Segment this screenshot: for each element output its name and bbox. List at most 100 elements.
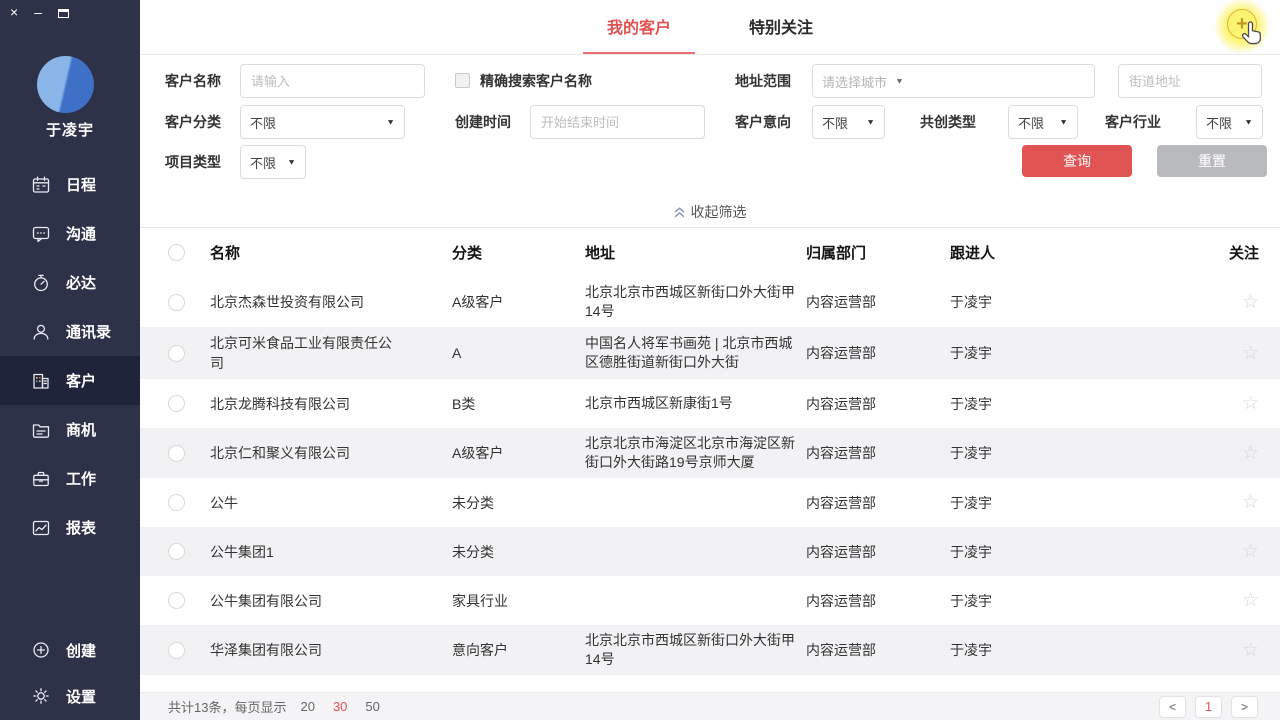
table-row[interactable]: 北京龙腾科技有限公司 B类 北京市西城区新康街1号 内容运营部 于凌宇 ☆ [140, 379, 1280, 428]
row-checkbox[interactable] [168, 592, 185, 609]
sidebar-item-schedule[interactable]: 日程 [0, 160, 140, 209]
customer-name-cell: 公牛 [210, 493, 452, 513]
category-label: 客户分类 [165, 105, 221, 139]
table-row[interactable]: 北京可米食品工业有限责任公司 A 中国名人将军书画苑 | 北京市西城区德胜街道新… [140, 327, 1280, 379]
next-page-button[interactable]: > [1231, 696, 1258, 718]
table-row[interactable]: 公牛 未分类 内容运营部 于凌宇 ☆ [140, 478, 1280, 527]
department-cell: 内容运营部 [806, 640, 950, 660]
column-header-address: 地址 [585, 242, 806, 263]
column-header-department: 归属部门 [806, 242, 950, 263]
row-checkbox[interactable] [168, 543, 185, 560]
favorite-star-icon[interactable]: ☆ [1242, 443, 1259, 464]
table-row[interactable]: 华泽集团有限公司 意向客户 北京北京市西城区新街口外大街甲14号 内容运营部 于… [140, 625, 1280, 675]
main-content: 我的客户 特别关注 + 客户名称 精确搜索客户名称 地址范围 [140, 0, 1280, 720]
exact-search-checkbox[interactable] [455, 73, 470, 88]
sidebar: × – 于凌宇 日程 沟通 必达 [0, 0, 140, 720]
sidebar-item-settings[interactable]: 设置 [0, 673, 140, 719]
search-button[interactable]: 查询 [1022, 145, 1132, 177]
sidebar-item-label: 沟通 [66, 223, 96, 244]
minimize-window-icon[interactable]: – [34, 5, 42, 19]
sidebar-item-reports[interactable]: 报表 [0, 503, 140, 552]
sidebar-item-bida[interactable]: 必达 [0, 258, 140, 307]
collapse-filter-button[interactable]: 收起筛选 [140, 196, 1280, 228]
row-checkbox[interactable] [168, 642, 185, 659]
category-select[interactable]: 不限 ▼ [240, 105, 405, 139]
favorite-star-icon[interactable]: ☆ [1242, 492, 1259, 513]
select-all-checkbox[interactable] [168, 244, 185, 261]
sidebar-item-opportunities[interactable]: 商机 [0, 405, 140, 454]
sidebar-item-label: 必达 [66, 272, 96, 293]
city-select-value: 请选择城市 [822, 72, 887, 91]
row-checkbox[interactable] [168, 494, 185, 511]
favorite-star-icon[interactable]: ☆ [1242, 541, 1259, 562]
chevron-down-icon: ▼ [1059, 118, 1068, 127]
row-checkbox[interactable] [168, 445, 185, 462]
department-cell: 内容运营部 [806, 443, 950, 463]
report-icon [31, 518, 51, 538]
street-address-input[interactable] [1118, 64, 1262, 98]
favorite-star-icon[interactable]: ☆ [1242, 393, 1259, 414]
project-type-select[interactable]: 不限▼ [240, 145, 306, 179]
category-cell: 意向客户 [452, 640, 585, 660]
reset-button[interactable]: 重置 [1157, 145, 1267, 177]
avatar[interactable] [37, 56, 94, 113]
table-row[interactable]: 北京仁和聚义有限公司 A级客户 北京北京市海淀区北京市海淀区新街口外大街路19号… [140, 428, 1280, 478]
sidebar-item-work[interactable]: 工作 [0, 454, 140, 503]
favorite-star-icon[interactable]: ☆ [1242, 590, 1259, 611]
follower-cell: 于凌宇 [950, 640, 1220, 660]
sidebar-item-label: 设置 [66, 686, 96, 707]
add-customer-button[interactable]: + [1216, 0, 1268, 52]
table-row[interactable]: 公牛集团1 未分类 内容运营部 于凌宇 ☆ [140, 527, 1280, 576]
favorite-star-icon[interactable]: ☆ [1242, 292, 1259, 313]
department-cell: 内容运营部 [806, 591, 950, 611]
sidebar-item-contacts[interactable]: 通讯录 [0, 307, 140, 356]
sidebar-item-customers[interactable]: 客户 [0, 356, 140, 405]
page-size-50[interactable]: 50 [365, 699, 379, 714]
city-select[interactable]: 请选择城市▼ [812, 64, 1095, 98]
chat-icon [31, 224, 51, 244]
address-range-label: 地址范围 [735, 64, 791, 98]
industry-select[interactable]: 不限▼ [1196, 105, 1263, 139]
current-page-button[interactable]: 1 [1195, 696, 1222, 718]
address-cell: 中国名人将军书画苑 | 北京市西城区德胜街道新街口外大街 [585, 334, 806, 372]
maximize-window-icon[interactable] [58, 9, 69, 18]
column-header-follow: 关注 [1220, 242, 1280, 263]
project-type-label: 项目类型 [165, 145, 221, 179]
contacts-icon [31, 322, 51, 342]
page-size-30[interactable]: 30 [333, 699, 347, 714]
created-time-input[interactable] [530, 105, 705, 139]
window-controls: × – [10, 4, 69, 20]
intention-select[interactable]: 不限▼ [812, 105, 885, 139]
row-checkbox[interactable] [168, 294, 185, 311]
sidebar-item-label: 日程 [66, 174, 96, 195]
topbar: 我的客户 特别关注 + [140, 0, 1280, 55]
table-row[interactable]: 公牛集团有限公司 家具行业 内容运营部 于凌宇 ☆ [140, 576, 1280, 625]
collapse-filter-label: 收起筛选 [691, 202, 747, 222]
sidebar-item-communication[interactable]: 沟通 [0, 209, 140, 258]
table-row[interactable]: 北京杰森世投资有限公司 A级客户 北京北京市西城区新街口外大街甲14号 内容运营… [140, 277, 1280, 327]
tab-special-follow[interactable]: 特别关注 [725, 0, 837, 54]
category-select-value: 不限 [250, 113, 276, 132]
cocreate-select[interactable]: 不限▼ [1008, 105, 1078, 139]
row-checkbox[interactable] [168, 345, 185, 362]
customer-name-cell: 公牛集团有限公司 [210, 591, 452, 611]
prev-page-button[interactable]: < [1159, 696, 1186, 718]
favorite-star-icon[interactable]: ☆ [1242, 343, 1259, 364]
customer-name-cell: 北京杰森世投资有限公司 [210, 292, 452, 312]
sidebar-footer: 创建 设置 [0, 627, 140, 719]
favorite-star-icon[interactable]: ☆ [1242, 640, 1259, 661]
follower-cell: 于凌宇 [950, 591, 1220, 611]
close-window-icon[interactable]: × [10, 5, 18, 19]
page-size-20[interactable]: 20 [300, 699, 314, 714]
row-checkbox[interactable] [168, 395, 185, 412]
customer-name-cell: 北京仁和聚义有限公司 [210, 443, 452, 463]
category-cell: 家具行业 [452, 591, 585, 611]
category-cell: A [452, 345, 585, 361]
sidebar-item-create[interactable]: 创建 [0, 627, 140, 673]
tab-my-customers[interactable]: 我的客户 [583, 0, 695, 54]
industry-label: 客户行业 [1105, 105, 1161, 139]
chevron-down-icon: ▼ [386, 118, 395, 127]
customer-name-input[interactable] [240, 64, 425, 98]
folder-icon [31, 420, 51, 440]
address-cell: 北京北京市西城区新街口外大街甲14号 [585, 631, 806, 669]
